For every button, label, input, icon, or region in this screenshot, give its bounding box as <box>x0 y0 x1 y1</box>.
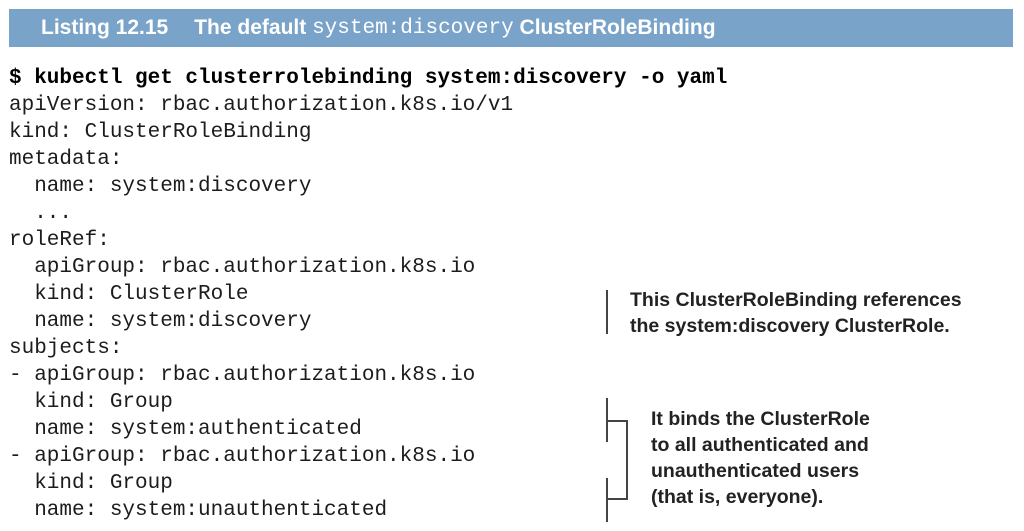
code-line: apiGroup: rbac.authorization.k8s.io <box>9 256 476 279</box>
role-ref-annotation-line: This ClusterRoleBinding references <box>630 289 962 311</box>
listing-title-bar: Listing 12.15 The default system:discover… <box>9 9 1013 47</box>
code-line: subjects: <box>9 337 123 360</box>
code-line: roleRef: <box>9 229 110 252</box>
code-line: kind: ClusterRole <box>9 283 249 306</box>
listing-number: Listing 12.15 <box>41 16 169 39</box>
subjects-annotation-line: to all authenticated and <box>651 434 869 456</box>
listing-title-code: system:discovery <box>312 16 514 40</box>
subjects-bracket-bottom-tick <box>607 498 628 500</box>
code-line: - apiGroup: rbac.authorization.k8s.io <box>9 445 476 468</box>
code-line: name: system:unauthenticated <box>9 499 388 522</box>
code-line: ... <box>9 202 73 225</box>
subjects-annotation-line: It binds the ClusterRole <box>651 408 870 430</box>
listing-title-prefix: The default <box>194 16 313 39</box>
role-ref-annotation: This ClusterRoleBinding references the s… <box>630 287 962 339</box>
subjects-bracket-spine <box>626 420 628 499</box>
code-line: metadata: <box>9 148 123 171</box>
code-line: name: system:discovery <box>9 310 312 333</box>
code-line: kind: ClusterRoleBinding <box>9 121 312 144</box>
role-ref-annotation-bar <box>606 290 608 334</box>
subjects-bracket-top-tick <box>607 420 628 422</box>
command-line: $ kubectl get clusterrolebinding system:… <box>9 67 728 90</box>
role-ref-annotation-line: the system:discovery ClusterRole. <box>630 315 950 337</box>
code-listing: $ kubectl get clusterrolebinding system:… <box>9 65 727 524</box>
code-line: kind: Group <box>9 472 173 495</box>
subjects-annotation-line: unauthenticated users <box>651 460 860 482</box>
subjects-annotation: It binds the ClusterRole to all authenti… <box>651 406 870 510</box>
subjects-annotation-line: (that is, everyone). <box>651 486 824 508</box>
code-line: - apiGroup: rbac.authorization.k8s.io <box>9 364 476 387</box>
listing-title-suffix: ClusterRoleBinding <box>513 16 716 39</box>
code-line: apiVersion: rbac.authorization.k8s.io/v1 <box>9 94 514 117</box>
subjects-bracket-lower <box>606 478 608 522</box>
code-line: kind: Group <box>9 391 173 414</box>
code-line: name: system:discovery <box>9 175 312 198</box>
